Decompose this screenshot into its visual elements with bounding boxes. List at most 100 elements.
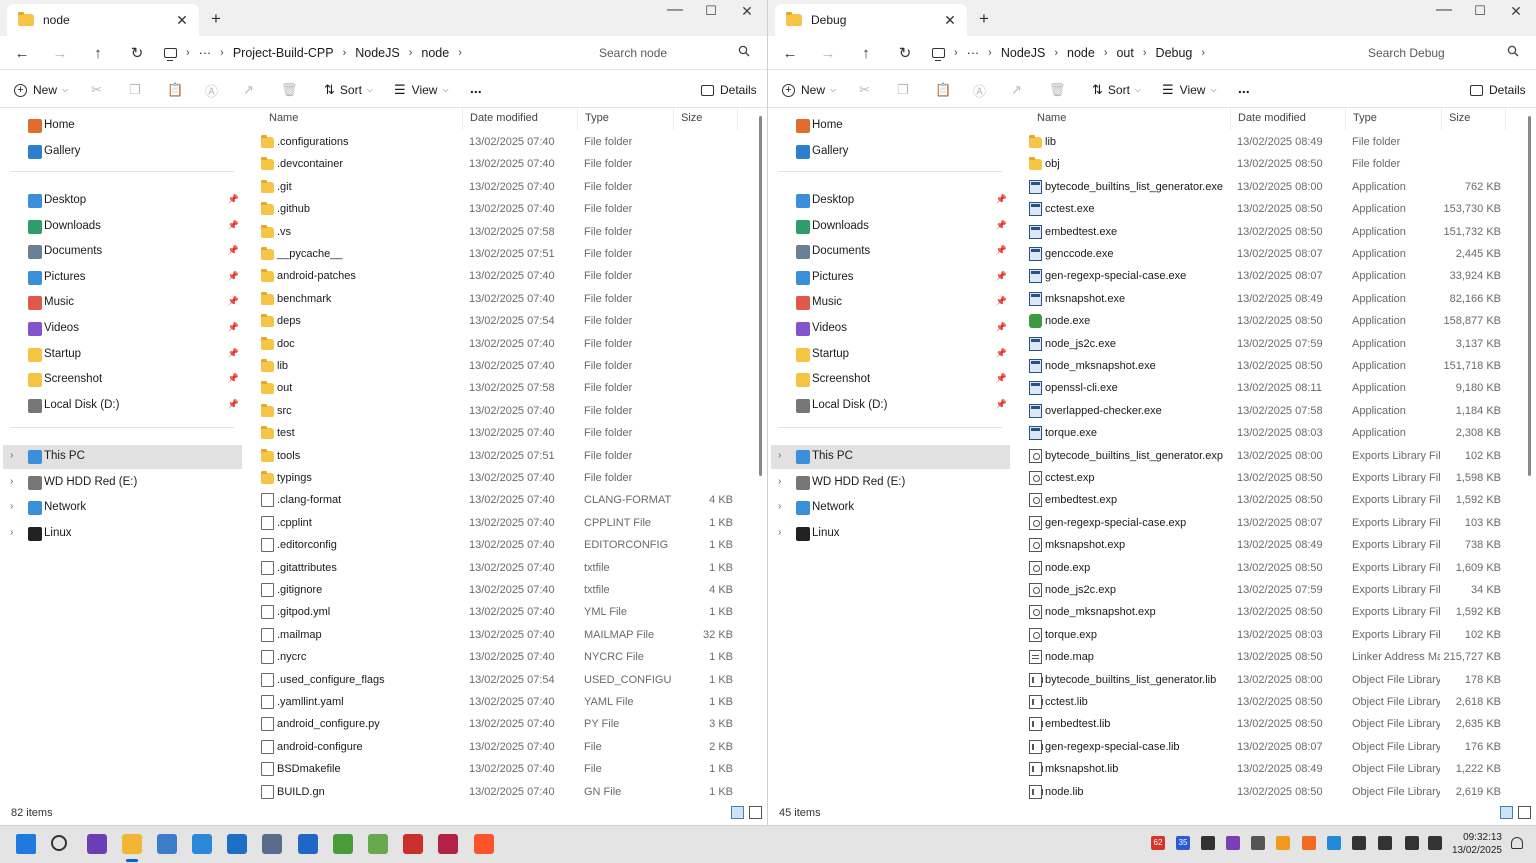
close-icon[interactable]: ✕ xyxy=(1501,3,1531,20)
file-row[interactable]: bytecode_builtins_list_generator.lib 13/0… xyxy=(1012,669,1536,691)
refresh-icon[interactable]: ↻ xyxy=(892,40,918,66)
file-row[interactable]: .gitattributes 13/02/2025 07:40 txtfile 1 K… xyxy=(244,557,767,579)
breadcrumb-item[interactable]: node xyxy=(421,46,449,60)
nav-item-this-pc[interactable]: › This PC xyxy=(3,445,242,469)
file-row[interactable]: .editorconfig 13/02/2025 07:40 EDITORCONFI… xyxy=(244,534,767,556)
up-icon[interactable]: ↑ xyxy=(85,40,111,66)
file-row[interactable]: .mailmap 13/02/2025 07:40 MAILMAP File 32 K… xyxy=(244,624,767,646)
file-row[interactable]: .vs 13/02/2025 07:58 File folder xyxy=(244,221,767,243)
app-tray-icon[interactable] xyxy=(1226,836,1240,850)
file-row[interactable]: .github 13/02/2025 07:40 File folder xyxy=(244,198,767,220)
chevron-right-icon[interactable]: › xyxy=(10,476,13,487)
badge-blue-icon[interactable]: 35 xyxy=(1176,836,1190,850)
nav-item-home[interactable]: Home xyxy=(0,114,244,138)
details-button[interactable]: Details xyxy=(701,79,757,101)
nav-item-linux[interactable]: › Linux xyxy=(768,522,1012,546)
photos-icon[interactable] xyxy=(192,834,212,854)
file-row[interactable]: cctest.exe 13/02/2025 08:50 Application 153… xyxy=(1012,198,1536,220)
file-row[interactable]: android-patches 13/02/2025 07:40 File fold… xyxy=(244,265,767,287)
file-row[interactable]: benchmark 13/02/2025 07:40 File folder xyxy=(244,288,767,310)
maximize-icon[interactable]: ☐ xyxy=(696,3,726,19)
file-row[interactable]: .gitpod.yml 13/02/2025 07:40 YML File 1 KB xyxy=(244,601,767,623)
nav-item-screenshot[interactable]: Screenshot 📌 xyxy=(768,368,1012,392)
rename-icon[interactable]: Ⓐ xyxy=(973,79,986,101)
file-row[interactable]: lib 13/02/2025 07:40 File folder xyxy=(244,355,767,377)
file-row[interactable]: lib 13/02/2025 08:49 File folder xyxy=(1012,131,1536,153)
chevron-right-icon[interactable]: › xyxy=(778,450,781,461)
new-tab-icon[interactable]: + xyxy=(973,9,995,29)
more-options-button[interactable]: ... xyxy=(1238,77,1250,99)
file-row[interactable]: .nycrc 13/02/2025 07:40 NYCRC File 1 KB xyxy=(244,646,767,668)
file-row[interactable]: deps 13/02/2025 07:54 File folder xyxy=(244,310,767,332)
minimize-icon[interactable]: — xyxy=(1429,1,1459,19)
nav-item-wd-hdd-red-e-[interactable]: › WD HDD Red (E:) xyxy=(768,471,1012,495)
nav-item-local-disk-d-[interactable]: Local Disk (D:) 📌 xyxy=(0,394,244,418)
breadcrumb-item[interactable]: NodeJS xyxy=(355,46,399,60)
file-row[interactable]: overlapped-checker.exe 13/02/2025 07:58 Ap… xyxy=(1012,400,1536,422)
clock[interactable]: 09:32:13 13/02/2025 xyxy=(1452,831,1502,857)
nav-item-wd-hdd-red-e-[interactable]: › WD HDD Red (E:) xyxy=(0,471,244,495)
delete-icon[interactable]: 🗑 xyxy=(281,79,298,101)
file-row[interactable]: .git 13/02/2025 07:40 File folder xyxy=(244,176,767,198)
nav-item-linux[interactable]: › Linux xyxy=(0,522,244,546)
calculator-icon[interactable] xyxy=(227,834,247,854)
nav-item-screenshot[interactable]: Screenshot 📌 xyxy=(0,368,244,392)
network-tool-icon[interactable] xyxy=(262,834,282,854)
file-row[interactable]: node_mksnapshot.exp 13/02/2025 08:50 Expor… xyxy=(1012,601,1536,623)
maximize-icon[interactable]: ☐ xyxy=(1465,3,1495,19)
paste-icon[interactable]: 📋 xyxy=(935,79,951,101)
nav-item-desktop[interactable]: Desktop 📌 xyxy=(0,189,244,213)
column-header-type[interactable]: Type xyxy=(579,108,674,130)
file-row[interactable]: node.exe 13/02/2025 08:50 Application 158,8… xyxy=(1012,310,1536,332)
back-icon[interactable]: ← xyxy=(777,40,803,66)
breadcrumb-item[interactable]: Debug xyxy=(1156,46,1193,60)
badge-red-icon[interactable]: 62 xyxy=(1151,836,1165,850)
search-input[interactable]: Search Debug xyxy=(1360,40,1526,66)
tab-node[interactable]: node ✕ xyxy=(7,4,199,36)
nav-item-videos[interactable]: Videos 📌 xyxy=(0,317,244,341)
tab-debug[interactable]: Debug ✕ xyxy=(775,4,967,36)
app-tray-icon[interactable] xyxy=(1201,836,1215,850)
file-row[interactable]: src 13/02/2025 07:40 File folder xyxy=(244,400,767,422)
brave-icon[interactable] xyxy=(474,834,494,854)
cut-icon[interactable]: ✂ xyxy=(859,79,870,101)
file-row[interactable]: torque.exp 13/02/2025 08:03 Exports Librar… xyxy=(1012,624,1536,646)
column-header-size[interactable]: Size xyxy=(1443,108,1506,130)
nav-item-music[interactable]: Music 📌 xyxy=(768,291,1012,315)
nav-item-downloads[interactable]: Downloads 📌 xyxy=(768,215,1012,239)
file-row[interactable]: doc 13/02/2025 07:40 File folder xyxy=(244,333,767,355)
search-input[interactable]: Search node xyxy=(591,40,757,66)
nav-item-downloads[interactable]: Downloads 📌 xyxy=(0,215,244,239)
file-row[interactable]: node_mksnapshot.exe 13/02/2025 08:50 Appli… xyxy=(1012,355,1536,377)
overflow-breadcrumb-icon[interactable]: ··· xyxy=(967,46,980,60)
tiles-view-icon[interactable] xyxy=(749,806,762,819)
app-tray-icon[interactable] xyxy=(1251,836,1265,850)
view-button[interactable]: ☰ View ⌵ xyxy=(1162,79,1217,101)
file-row[interactable]: __pycache__ 13/02/2025 07:51 File folder xyxy=(244,243,767,265)
file-row[interactable]: BUILD.gn 13/02/2025 07:40 GN File 1 KB xyxy=(244,781,767,803)
file-row[interactable]: embedtest.exe 13/02/2025 08:50 Application… xyxy=(1012,221,1536,243)
battery-icon[interactable] xyxy=(1378,836,1392,850)
forward-icon[interactable]: → xyxy=(815,40,841,66)
file-row[interactable]: out 13/02/2025 07:58 File folder xyxy=(244,377,767,399)
copy-icon[interactable]: ❐ xyxy=(129,79,141,101)
close-tab-icon[interactable]: ✕ xyxy=(171,12,193,29)
file-row[interactable]: test 13/02/2025 07:40 File folder xyxy=(244,422,767,444)
app-tray-icon[interactable] xyxy=(1302,836,1316,850)
nav-item-desktop[interactable]: Desktop 📌 xyxy=(768,189,1012,213)
breadcrumb-item[interactable]: node xyxy=(1067,46,1095,60)
file-row[interactable]: cctest.exp 13/02/2025 08:50 Exports Librar… xyxy=(1012,467,1536,489)
cloud-icon[interactable] xyxy=(1276,836,1290,850)
remote-desktop-icon[interactable] xyxy=(157,834,177,854)
regedit-icon[interactable] xyxy=(298,834,318,854)
file-row[interactable]: bytecode_builtins_list_generator.exe 13/0… xyxy=(1012,176,1536,198)
back-icon[interactable]: ← xyxy=(9,40,35,66)
bluetooth-icon[interactable] xyxy=(1352,836,1366,850)
more-options-button[interactable]: ... xyxy=(470,77,482,99)
column-header-name[interactable]: Name xyxy=(1031,108,1231,130)
app-tray-icon[interactable] xyxy=(1327,836,1341,850)
new-tab-icon[interactable]: + xyxy=(205,9,227,29)
file-row[interactable]: cctest.lib 13/02/2025 08:50 Object File Li… xyxy=(1012,691,1536,713)
new-button[interactable]: + New ⌵ xyxy=(14,79,68,101)
cut-icon[interactable]: ✂ xyxy=(91,79,102,101)
